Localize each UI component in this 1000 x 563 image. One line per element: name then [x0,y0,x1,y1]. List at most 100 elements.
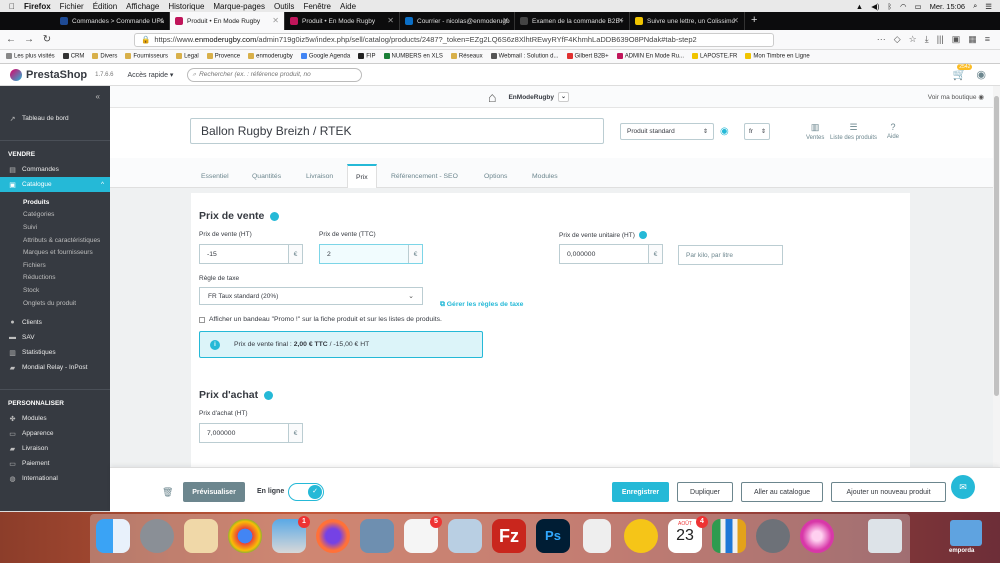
clock[interactable]: Mer. 15:06 [930,2,965,11]
pocket-icon[interactable]: ◇ [894,34,901,45]
bluetooth-icon[interactable]: ᛒ [887,2,892,11]
sidebar-item-mondial-relay[interactable]: ▰ Mondial Relay - InPost [0,360,110,375]
tab-prix[interactable]: Prix [347,164,377,188]
bookmark[interactable]: ADMIN En Mode Ru... [616,53,684,60]
bookmark[interactable]: Webmail : Solution d... [490,53,559,60]
launchpad-icon[interactable] [140,519,174,553]
price-ht-input[interactable]: -15 € [199,244,303,264]
online-toggle[interactable]: ✓ [288,483,324,501]
bookmark[interactable]: Provence [206,53,240,60]
more-icon[interactable]: ··· [877,34,886,45]
finder-icon[interactable] [96,519,130,553]
notifications-icon[interactable]: 🛒 2542 [953,64,973,81]
firefox-icon[interactable] [316,519,350,553]
browser-tab[interactable]: Courrier - nicolas@enmoderugb ✕ [400,12,515,30]
quick-access-dropdown[interactable]: Accès rapide ▾ [128,71,174,79]
manage-tax-rules-link[interactable]: ⧉ Gérer les règles de taxe [440,301,523,309]
save-button[interactable]: Enregistrer [612,482,669,502]
sidebar-subitem-suivi[interactable]: Suivi [0,221,110,234]
sidebar-subitem-stock[interactable]: Stock [0,284,110,297]
sidebar-subitem-marques[interactable]: Marques et fournisseurs [0,246,110,259]
menu-fenetre[interactable]: Fenêtre [303,2,331,11]
go-to-catalog-button[interactable]: Aller au catalogue [741,482,823,502]
unit-input[interactable]: Par kilo, par litre [678,245,783,265]
sidebar-subitem-attributs[interactable]: Attributs & caractéristiques [0,234,110,247]
prestashop-logo[interactable]: PrestaShop 1.7.6.6 [10,68,114,81]
sidebar-item-stats[interactable]: ▥ Statistiques [0,345,110,360]
sidebar-subitem-produits[interactable]: Produits [0,196,110,209]
view-shop-link[interactable]: Voir ma boutique ◉ [928,93,984,101]
trash-bin-icon[interactable] [868,519,902,553]
sidebar-item-livraison[interactable]: ▰ Livraison [0,441,110,456]
bookmark[interactable]: LAPOSTE.FR [692,53,737,60]
sidebar-item-catalogue[interactable]: ▣ Catalogue ^ [0,177,110,192]
sales-button[interactable]: ▥ Ventes [806,122,824,141]
scrollbar-thumb[interactable] [994,96,999,396]
back-icon[interactable]: ← [4,34,18,45]
sidebar-subitem-fichiers[interactable]: Fichiers [0,259,110,272]
admin-search-input[interactable] [199,71,340,78]
browser-tab-active[interactable]: Produit • En Mode Rugby ✕ [170,12,285,30]
close-icon[interactable]: ✕ [387,16,394,25]
promo-checkbox[interactable]: Afficher un bandeau "Promo !" sur la fic… [199,316,442,323]
tab-quantites[interactable]: Quantités [252,164,281,188]
sidebar-item-clients[interactable]: ● Clients [0,315,110,330]
folder-icon[interactable] [950,520,982,546]
tab-seo[interactable]: Référencement - SEO [391,164,458,188]
contacts-icon[interactable] [184,519,218,553]
menu-aide[interactable]: Aide [340,2,356,11]
menu-app-firefox[interactable]: Firefox [24,2,51,11]
bookmark[interactable]: NUMBERS en XLS [383,53,443,60]
sidebar-item-paiement[interactable]: ▭ Paiement [0,456,110,471]
upload-icon[interactable]: ▲ [856,2,863,11]
menu-historique[interactable]: Historique [168,2,204,11]
browser-tab[interactable]: Produit • En Mode Rugby ✕ [285,12,400,30]
forward-icon[interactable]: → [22,34,36,45]
menu-icon[interactable]: ≡ [985,34,990,45]
product-list-button[interactable]: ☰ Liste des produits [830,122,877,141]
bookmark[interactable]: Gilbert B2B+ [566,53,609,60]
trash-icon[interactable]: 🗑 [162,487,173,498]
chevron-down-icon[interactable]: ⌄ [557,92,569,102]
shop-selector[interactable]: ⌂ EnModeRugby ⌄ [488,89,569,105]
apple-icon[interactable]:  [9,2,15,11]
sidebar-item-apparence[interactable]: ▭ Apparence [0,426,110,441]
menu-outils[interactable]: Outils [274,2,294,11]
user-avatar-icon[interactable]: ◉ [976,68,986,81]
preview-button[interactable]: Prévisualiser [183,482,245,502]
tab-options[interactable]: Options [484,164,507,188]
bookmark-star-icon[interactable]: ☆ [909,34,917,45]
app-icon[interactable] [624,519,658,553]
admin-search[interactable]: ⌕ [187,67,363,82]
numbers-icon[interactable] [712,519,746,553]
flower-app-icon[interactable] [800,519,834,553]
menu-marque-pages[interactable]: Marque-pages [213,2,265,11]
system-preferences-icon[interactable] [756,519,790,553]
filezilla-icon[interactable]: Fz [492,519,526,553]
browser-tab[interactable]: Suivre une lettre, un Colissimo ✕ [630,12,745,30]
sidebar-subitem-categories[interactable]: Catégories [0,209,110,222]
chrome-icon[interactable] [228,519,262,553]
bookmark[interactable]: Divers [92,53,117,60]
product-name-input[interactable]: Ballon Rugby Breizh / RTEK [190,118,604,144]
bookmark[interactable]: FIP [358,53,376,60]
library-icon[interactable]: ||| [937,34,944,45]
preview-app-icon[interactable] [360,519,394,553]
chat-help-icon[interactable]: ✉ [951,475,975,499]
sidebar-item-international[interactable]: ◍ International [0,471,110,486]
tab-livraison[interactable]: Livraison [306,164,333,188]
price-ttc-input[interactable]: 2 € [319,244,423,264]
add-product-button[interactable]: Ajouter un nouveau produit [831,482,946,502]
sidebar-item-dashboard[interactable]: ↗ Tableau de bord [0,111,110,126]
language-select[interactable]: fr ⇕ [744,123,770,140]
tax-rule-select[interactable]: FR Taux standard (20%) ⌄ [199,287,423,305]
tab-essentiel[interactable]: Essentiel [201,164,229,188]
sidebar-subitem-reductions[interactable]: Réductions [0,272,110,285]
cost-price-input[interactable]: 7,000000 € [199,423,303,443]
camera-icon[interactable]: ◉ [720,126,729,137]
bookmark[interactable]: Legal [176,53,199,60]
product-type-select[interactable]: Produit standard ⇕ [620,123,714,140]
bookmark[interactable]: CRM [62,53,84,60]
sidebar-item-modules[interactable]: ✤ Modules [0,411,110,426]
close-icon[interactable]: ✕ [502,16,509,25]
